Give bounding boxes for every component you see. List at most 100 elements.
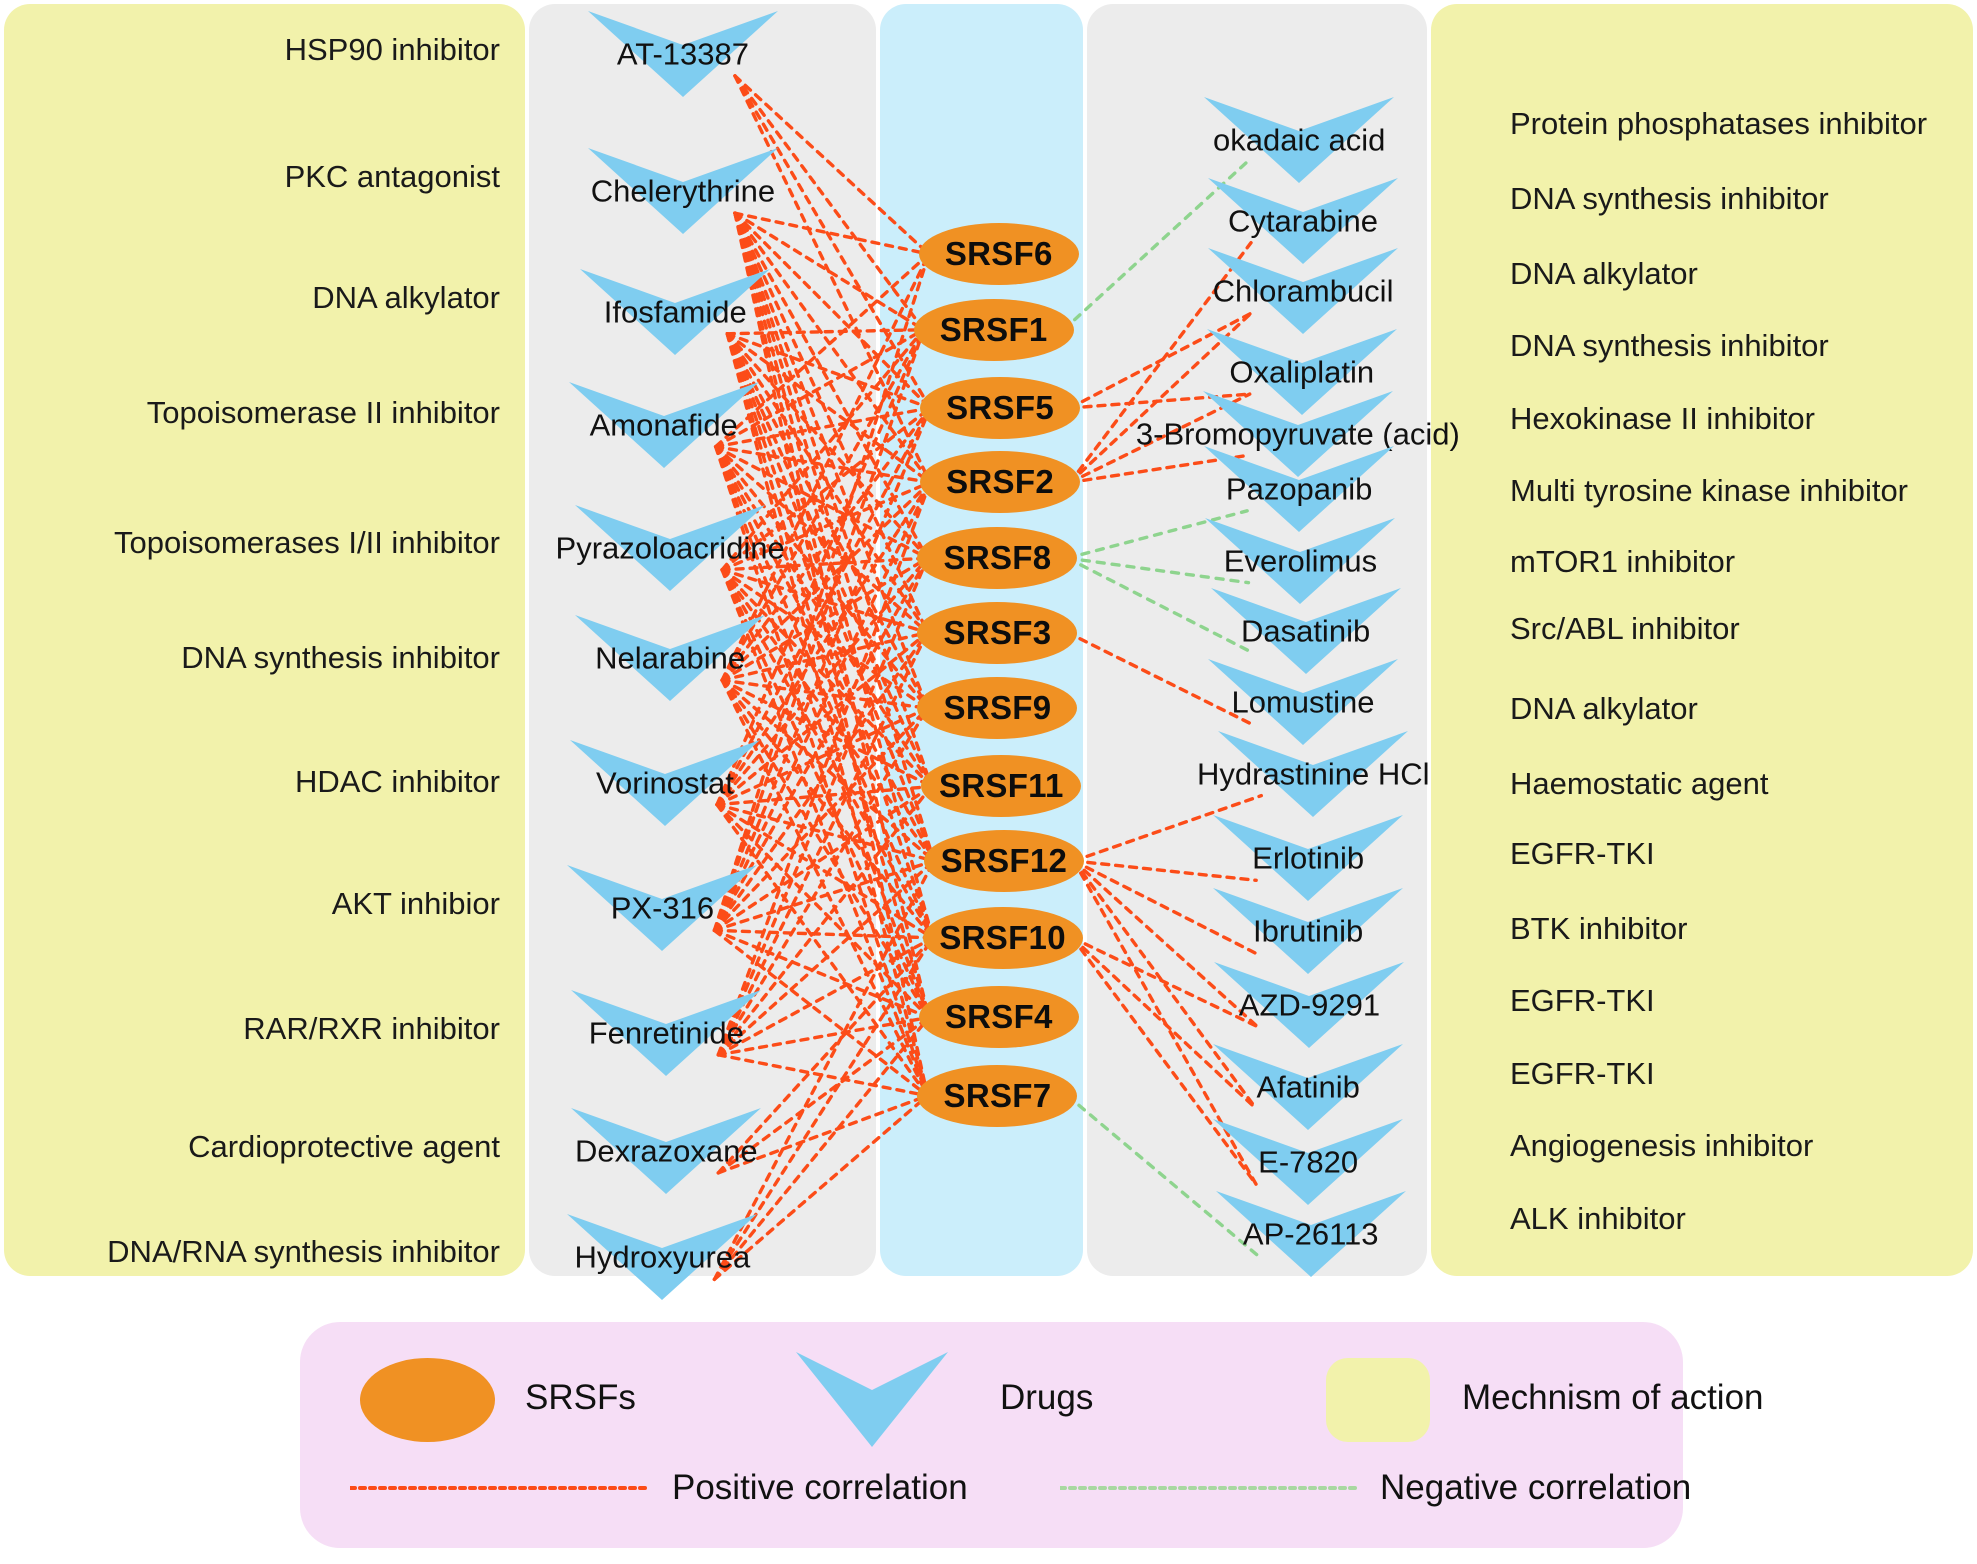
drug-label: Nelarabine — [595, 640, 746, 676]
mechanism-label: ALK inhibitor — [1510, 1200, 1686, 1236]
drug-label: Cytarabine — [1228, 203, 1378, 239]
drug-label: Pazopanib — [1225, 471, 1373, 507]
drug-label: Everolimus — [1223, 543, 1378, 579]
drug-label: okadaic acid — [1212, 122, 1386, 158]
srsf-label: SRSF12 — [940, 841, 1068, 879]
srsf-node[interactable]: SRSF6 — [918, 223, 1079, 286]
drug-label: Lomustine — [1231, 684, 1375, 720]
drug-node[interactable]: AZD-9291 — [1214, 961, 1405, 1048]
legend-negative-label: Negative correlation — [1380, 1468, 1692, 1507]
mechanism-label: HDAC inhibitor — [294, 764, 500, 800]
srsf-node[interactable]: SRSF8 — [917, 527, 1078, 590]
mechanism-label: PKC antagonist — [284, 158, 500, 194]
drug-label: AP-26113 — [1242, 1216, 1379, 1252]
drug-label: Fenretinide — [588, 1015, 744, 1051]
mechanism-label: RAR/RXR inhibitor — [243, 1010, 500, 1046]
mechanism-label: Angiogenesis inhibitor — [1510, 1127, 1814, 1163]
drug-label: Erlotinib — [1252, 840, 1365, 876]
mechanism-label: Protein phosphatases inhibitor — [1510, 106, 1928, 142]
srsf-label: SRSF8 — [943, 539, 1052, 577]
mechanism-label: DNA alkylator — [1510, 691, 1698, 727]
legend-drug-chevron-icon — [796, 1352, 948, 1447]
srsf-label: SRSF5 — [946, 389, 1054, 426]
mechanism-label: Topoisomerase II inhibitor — [146, 394, 500, 430]
drug-label: AT-13387 — [616, 36, 750, 72]
drug-node[interactable]: okadaic acid — [1204, 96, 1395, 183]
mechanism-label: Cardioprotective agent — [188, 1128, 500, 1164]
drug-label: 3-Bromopyruvate (acid) — [1135, 416, 1460, 452]
drug-node[interactable]: Dexrazoxane — [571, 1107, 762, 1194]
drug-label: Chlorambucil — [1212, 273, 1394, 309]
drug-node[interactable]: Pyrazoloacridine — [556, 504, 785, 591]
mechanism-label: DNA alkylator — [312, 279, 500, 315]
mechanism-label: Src/ABL inhibitor — [1510, 610, 1740, 646]
drug-label: Afatinib — [1256, 1069, 1360, 1105]
drug-node[interactable]: Amonafide — [568, 381, 759, 468]
drug-node[interactable]: AP-26113 — [1215, 1191, 1406, 1278]
srsf-label: SRSF4 — [944, 998, 1053, 1036]
mechanism-label: Hexokinase II inhibitor — [1510, 401, 1815, 437]
srsf-node[interactable]: SRSF10 — [922, 906, 1083, 969]
mechanism-label: DNA synthesis inhibitor — [1510, 328, 1829, 364]
srsf-label: SRSF3 — [943, 613, 1052, 651]
legend-positive-label: Positive correlation — [672, 1468, 968, 1507]
drug-node[interactable]: Hydrastinine HCl — [1197, 730, 1430, 817]
legend-moa-label: Mechnism of action — [1462, 1378, 1764, 1417]
mechanism-label: AKT inhibior — [331, 886, 500, 922]
legend-positive-line-icon — [350, 1486, 650, 1490]
drug-node[interactable]: PX-316 — [567, 865, 758, 952]
srsf-label: SRSF6 — [944, 235, 1053, 273]
drug-node[interactable]: AT-13387 — [587, 10, 778, 97]
legend-srsfs-label: SRSFs — [525, 1378, 636, 1417]
srsf-label: SRSF2 — [946, 463, 1054, 501]
srsf-node[interactable]: SRSF12 — [923, 829, 1084, 892]
mechanism-label: DNA alkylator — [1510, 256, 1698, 292]
drug-node[interactable]: Fenretinide — [571, 989, 762, 1076]
srsf-node[interactable]: SRSF1 — [913, 298, 1074, 361]
legend-moa-swatch-icon — [1326, 1358, 1430, 1442]
drug-node[interactable]: Vorinostat — [569, 739, 760, 826]
srsf-node[interactable]: SRSF7 — [917, 1064, 1078, 1127]
drug-node[interactable]: Chelerythrine — [587, 148, 778, 235]
drug-label: Chelerythrine — [590, 173, 776, 209]
srsf-label: SRSF9 — [943, 689, 1052, 727]
drug-label: AZD-9291 — [1238, 987, 1381, 1023]
legend-drugs-label: Drugs — [1000, 1378, 1094, 1417]
legend-negative-line-icon — [1060, 1486, 1360, 1490]
legend-srsf-ellipse-icon — [360, 1358, 495, 1442]
drug-label: Pyrazoloacridine — [555, 530, 785, 566]
srsf-node[interactable]: SRSF2 — [920, 451, 1081, 514]
drug-label: Dasatinib — [1240, 613, 1371, 649]
drug-label: Oxaliplatin — [1229, 354, 1375, 390]
drug-label: Hydroxyurea — [574, 1239, 751, 1275]
drug-label: Dexrazoxane — [574, 1133, 758, 1169]
drug-label: E-7820 — [1258, 1144, 1359, 1180]
drug-node[interactable]: Afatinib — [1213, 1043, 1404, 1130]
drug-label: Amonafide — [589, 407, 738, 443]
drug-label: Vorinostat — [596, 765, 734, 801]
mechanism-label: HSP90 inhibitor — [284, 31, 500, 67]
mechanism-label: BTK inhibitor — [1510, 910, 1688, 946]
drug-node[interactable]: Nelarabine — [575, 615, 766, 702]
mechanism-label: Haemostatic agent — [1510, 765, 1769, 801]
srsf-label: SRSF11 — [938, 767, 1064, 805]
srsf-node[interactable]: SRSF5 — [920, 377, 1081, 439]
mechanism-label: EGFR-TKI — [1510, 836, 1655, 872]
mechanism-label: Multi tyrosine kinase inhibitor — [1510, 473, 1909, 509]
srsf-label: SRSF1 — [939, 310, 1048, 348]
mechanism-label: EGFR-TKI — [1510, 982, 1655, 1018]
srsf-node[interactable]: SRSF3 — [917, 601, 1078, 664]
drug-node[interactable]: Ifosfamide — [580, 268, 771, 355]
drug-label: PX-316 — [610, 890, 715, 926]
legend-panel: SRSFs Drugs Mechnism of action Positive … — [300, 1322, 1764, 1548]
mechanism-label: DNA synthesis inhibitor — [181, 640, 500, 676]
srsf-node[interactable]: SRSF4 — [918, 986, 1079, 1049]
srsf-node[interactable]: SRSF9 — [917, 677, 1078, 740]
drug-node[interactable]: Hydroxyurea — [567, 1214, 758, 1301]
drug-label: Hydrastinine HCl — [1196, 756, 1430, 792]
mechanism-label: EGFR-TKI — [1510, 1055, 1655, 1091]
drug-label: Ibrutinib — [1253, 913, 1364, 949]
srsf-node[interactable]: SRSF11 — [921, 755, 1082, 818]
mechanism-label: DNA synthesis inhibitor — [1510, 180, 1829, 216]
drug-node[interactable]: Chlorambucil — [1208, 248, 1399, 335]
